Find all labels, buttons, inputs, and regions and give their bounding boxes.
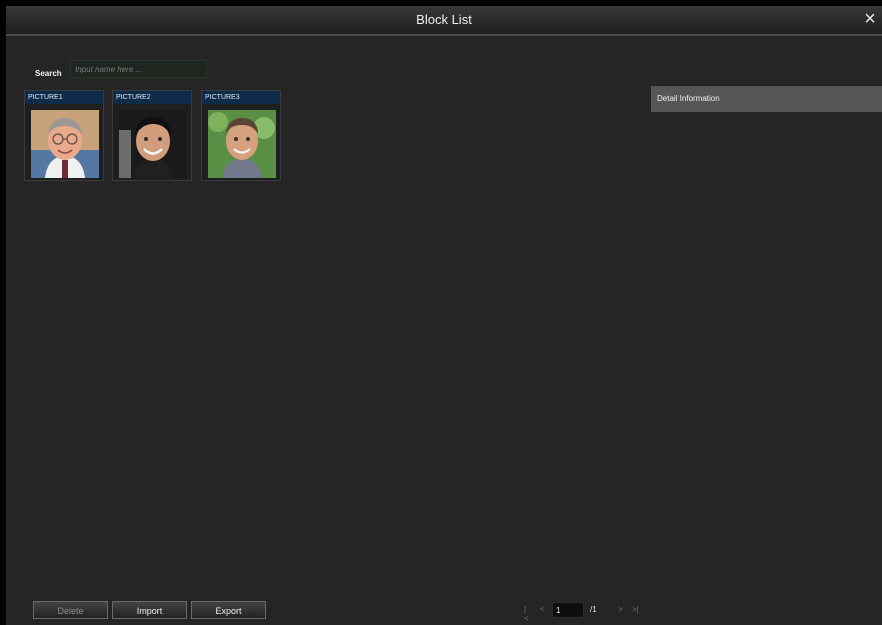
picture-label: PICTURE2 [113,91,191,104]
window-title: Block List [416,12,472,27]
delete-button[interactable]: Delete [33,601,108,619]
search-input[interactable] [70,60,207,78]
import-button[interactable]: Import [112,601,187,619]
face-portrait-3 [208,110,276,178]
block-list-window: Block List × Search PICTURE1 PICTURE2 [6,6,882,625]
face-portrait-2 [119,110,187,178]
first-page-icon[interactable]: |< [524,605,529,623]
face-portrait-1 [31,110,99,178]
picture-label: PICTURE1 [25,91,103,104]
total-pages: /1 [590,605,597,614]
detail-information-header: Detail Information [651,86,882,112]
title-bar: Block List × [6,6,882,36]
export-button[interactable]: Export [191,601,266,619]
close-icon[interactable]: × [860,9,880,29]
next-page-icon[interactable]: > [618,605,623,614]
picture-label: PICTURE3 [202,91,280,104]
picture-card-1[interactable]: PICTURE1 [24,90,104,181]
page-number-input[interactable] [552,602,584,618]
search-label: Search [35,69,62,78]
picture-card-2[interactable]: PICTURE2 [112,90,192,181]
picture-card-3[interactable]: PICTURE3 [201,90,281,181]
prev-page-icon[interactable]: < [540,605,545,614]
last-page-icon[interactable]: >| [632,605,639,614]
